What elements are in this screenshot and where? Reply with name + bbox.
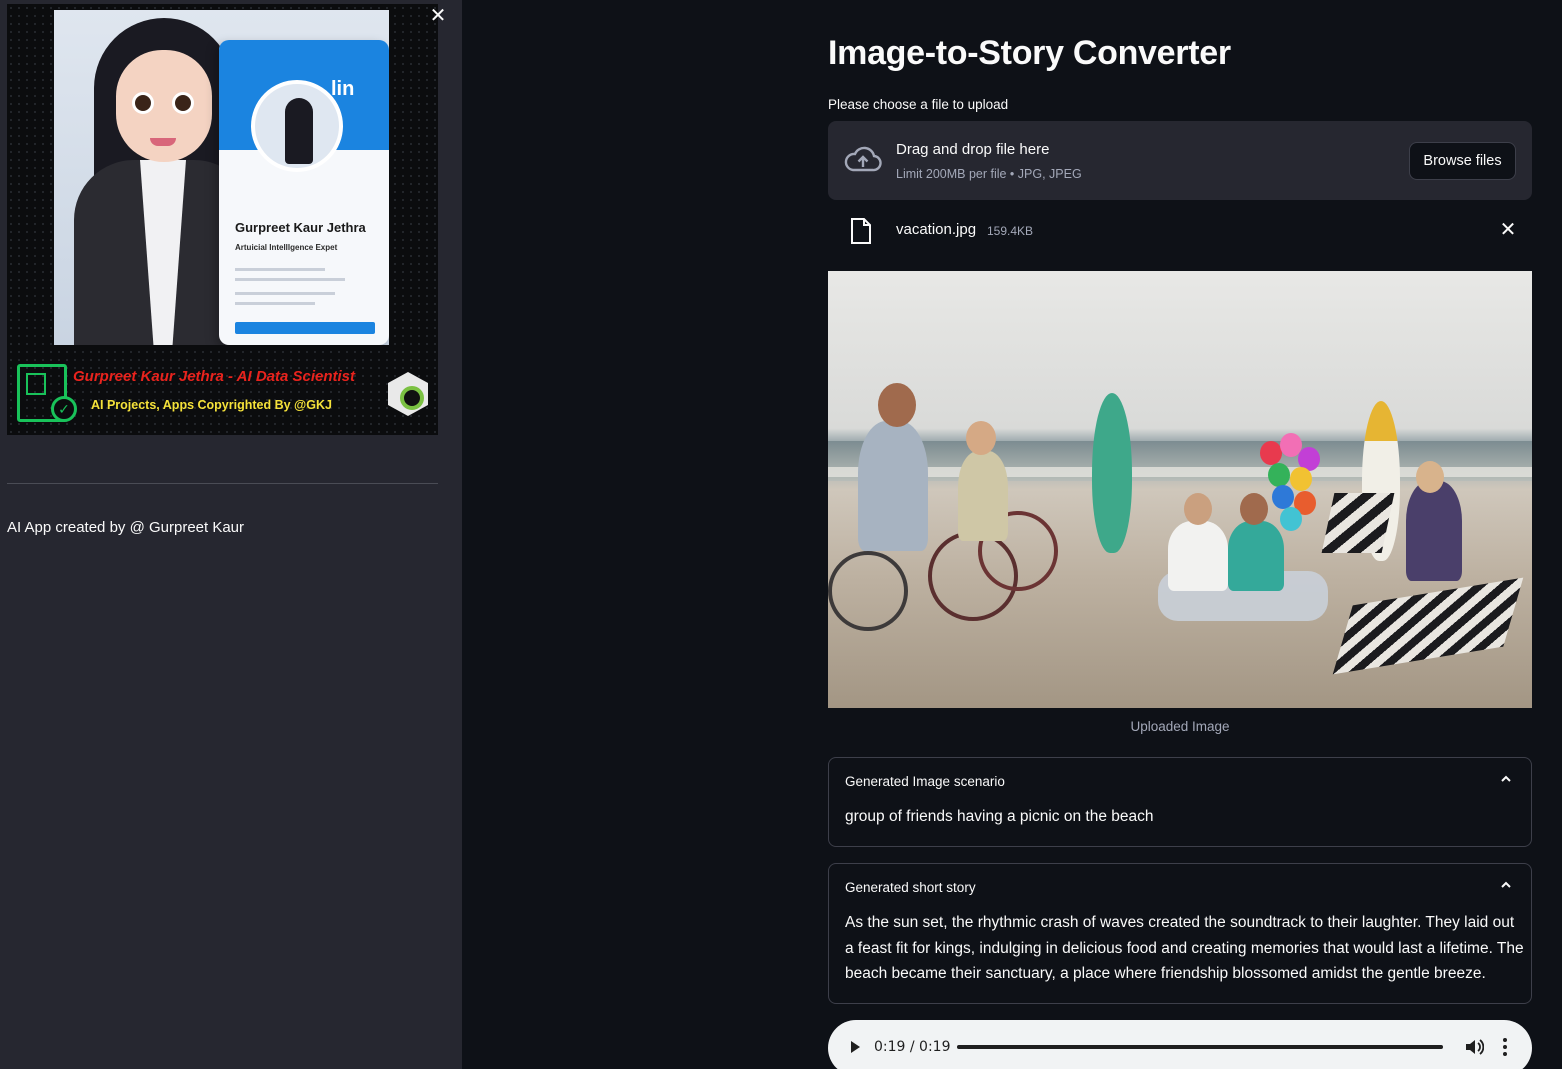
chevron-up-icon[interactable] xyxy=(1499,772,1513,786)
browse-files-button[interactable]: Browse files xyxy=(1409,142,1516,180)
check-icon: ✓ xyxy=(51,396,77,422)
scenario-expander-header[interactable]: Generated Image scenario xyxy=(845,774,1005,789)
file-name: vacation.jpg xyxy=(896,221,977,238)
story-expander-header[interactable]: Generated short story xyxy=(845,880,976,895)
card-brand: lin xyxy=(331,78,355,100)
upload-label: Please choose a file to upload xyxy=(828,97,1009,112)
file-size: 159.4KB xyxy=(987,224,1034,238)
audio-time: 0:19 / 0:19 xyxy=(874,1039,951,1055)
more-options-icon[interactable] xyxy=(1498,1037,1512,1057)
close-sidebar-icon[interactable]: ✕ xyxy=(428,6,448,26)
credit-text: AI App created by @ Gurpreet Kaur xyxy=(7,519,245,536)
cloud-upload-icon xyxy=(844,146,882,172)
scenario-text: group of friends having a picnic on the … xyxy=(845,808,1154,825)
card-role: Artuicial Intelllgence Expet xyxy=(235,243,338,252)
audio-progress-fill xyxy=(957,1045,1443,1049)
banner-footer: ✓ Gurpreet Kaur Jethra - AI Data Scienti… xyxy=(7,356,438,435)
story-text: As the sun set, the rhythmic crash of wa… xyxy=(845,914,1524,982)
avatar xyxy=(251,80,343,172)
card-name: Gurpreet Kaur Jethra xyxy=(235,220,366,235)
main-content: Image-to-Story Converter Please choose a… xyxy=(462,0,1562,1069)
chevron-up-icon[interactable] xyxy=(1499,878,1513,892)
scenario-expander: Generated Image scenario group of friend… xyxy=(828,757,1532,847)
story-expander: Generated short story As the sun set, th… xyxy=(828,863,1532,1004)
volume-icon[interactable] xyxy=(1464,1037,1484,1057)
dropzone-title: Drag and drop file here xyxy=(896,141,1050,158)
remove-file-icon[interactable]: ✕ xyxy=(1498,220,1518,240)
play-icon[interactable] xyxy=(848,1040,862,1054)
banner-subtitle: AI Projects, Apps Copyrighted By @GKJ xyxy=(91,398,332,412)
sidebar: lin Gurpreet Kaur Jethra Artuicial Intel… xyxy=(0,0,462,1069)
dropzone-limit: Limit 200MB per file • JPG, JPEG xyxy=(896,167,1082,181)
banner-title: Gurpreet Kaur Jethra - AI Data Scientist xyxy=(73,368,356,385)
audio-progress-bar[interactable] xyxy=(957,1045,1443,1049)
profile-illustration: lin Gurpreet Kaur Jethra Artuicial Intel… xyxy=(54,10,389,345)
divider xyxy=(7,483,438,484)
uploaded-file-row: vacation.jpg 159.4KB ✕ xyxy=(828,210,1532,252)
uploaded-image xyxy=(828,271,1532,708)
file-icon xyxy=(851,218,871,244)
page-title: Image-to-Story Converter xyxy=(828,34,1231,72)
hexagon-logo-icon xyxy=(388,372,428,416)
file-dropzone[interactable]: Drag and drop file here Limit 200MB per … xyxy=(828,121,1532,200)
app-window: lin Gurpreet Kaur Jethra Artuicial Intel… xyxy=(0,0,1562,1069)
sidebar-banner-image: lin Gurpreet Kaur Jethra Artuicial Intel… xyxy=(7,4,438,435)
profile-card: lin Gurpreet Kaur Jethra Artuicial Intel… xyxy=(219,40,389,345)
audio-player: 0:19 / 0:19 xyxy=(828,1020,1532,1069)
image-caption: Uploaded Image xyxy=(1130,719,1230,734)
